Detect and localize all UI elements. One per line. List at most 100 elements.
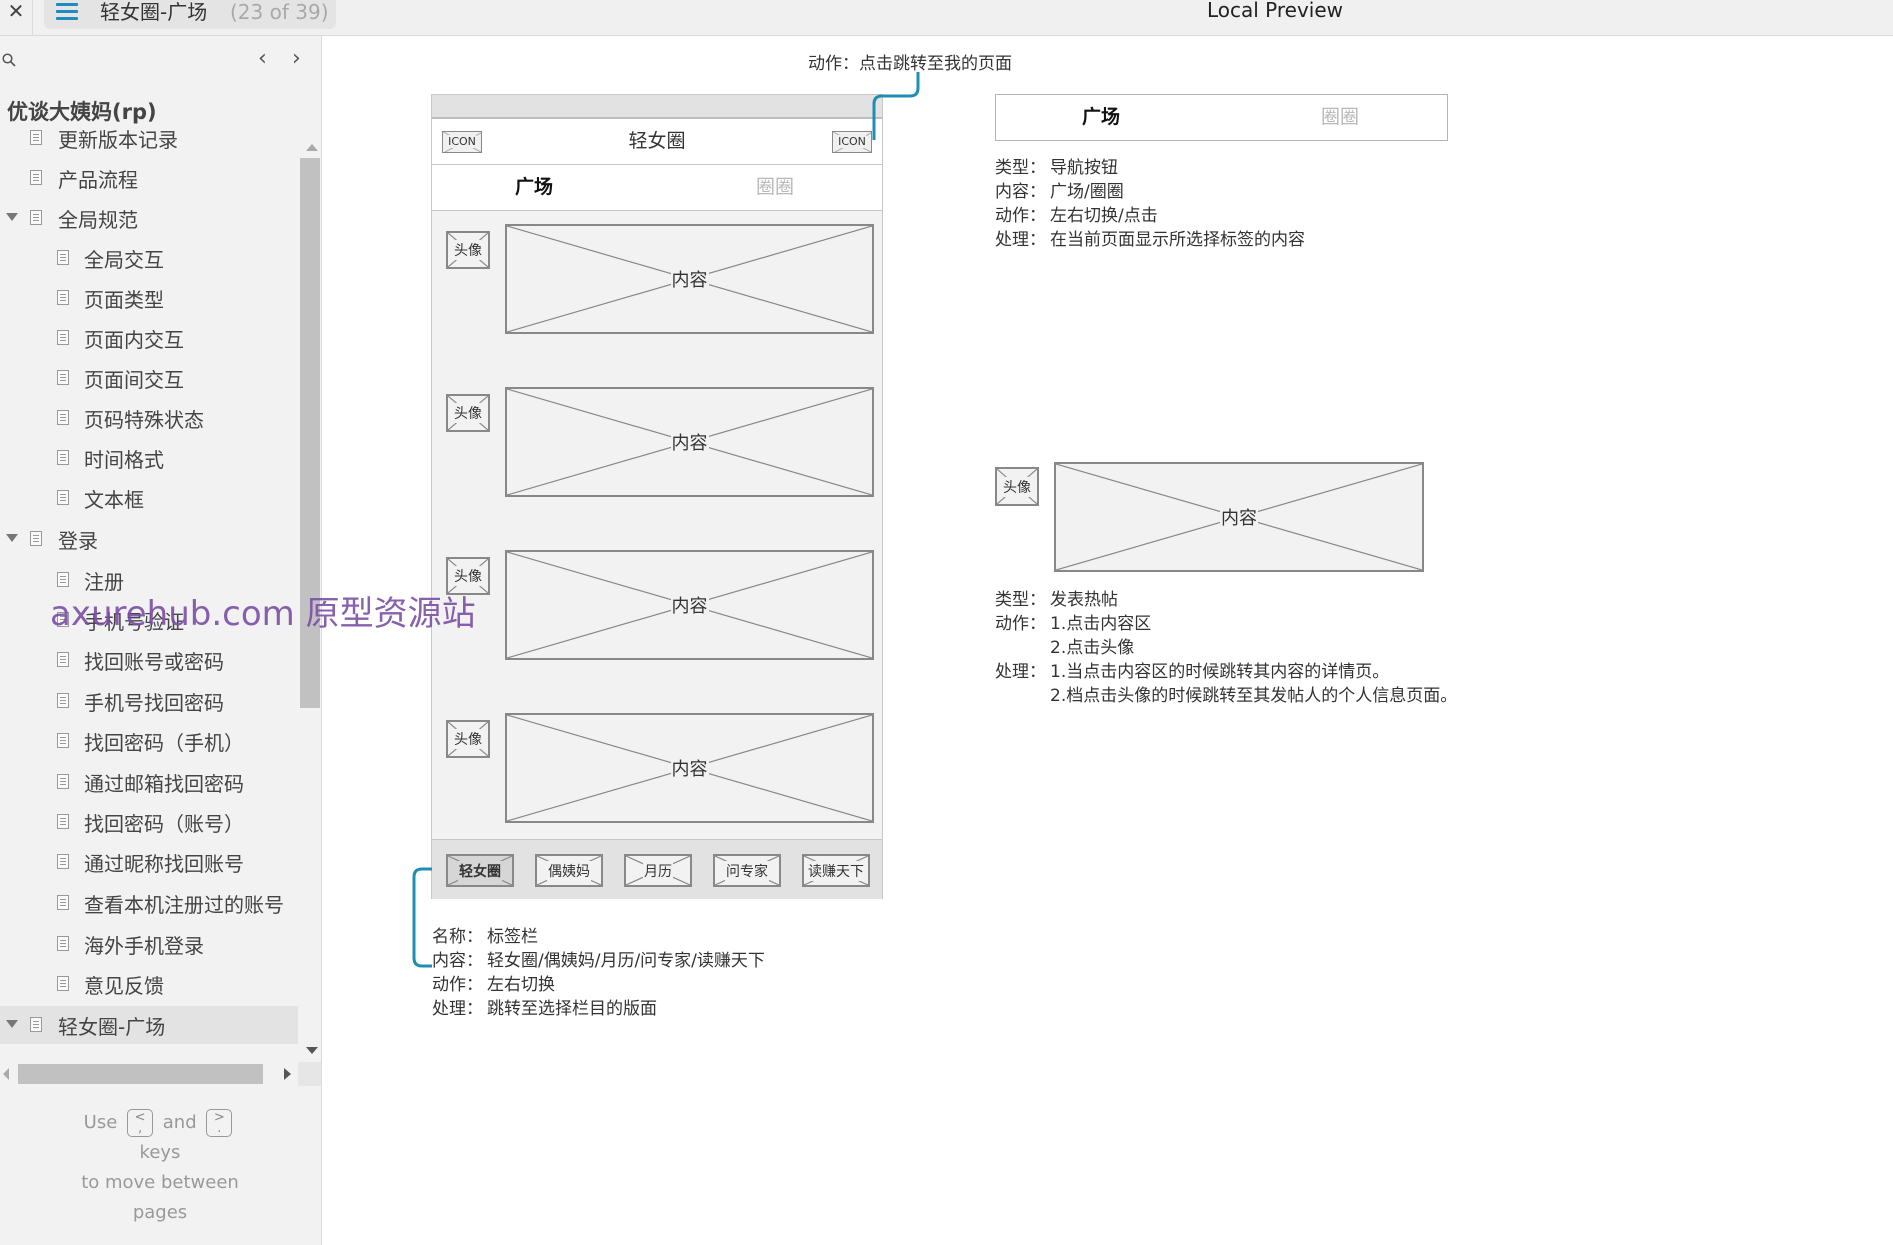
- vertical-scrollbar-thumb[interactable]: [300, 158, 320, 708]
- tree-item[interactable]: 文本框: [0, 479, 298, 517]
- search-icon[interactable]: [2, 53, 16, 67]
- tree-item[interactable]: 找回密码（手机）: [0, 722, 298, 760]
- placeholder-label: 问专家: [725, 860, 769, 881]
- tree-item[interactable]: 页码特殊状态: [0, 399, 298, 437]
- tree-item[interactable]: 时间格式: [0, 439, 298, 477]
- keyboard-help: Use <, and >. keys to move between pages: [40, 1108, 280, 1228]
- tree-item[interactable]: 页面类型: [0, 279, 298, 317]
- page-selector[interactable]: 轻女圈-广场 (23 of 39): [44, 0, 336, 29]
- scrollbar-corner: [298, 1062, 321, 1086]
- spec-content-placeholder[interactable]: 内容: [1054, 462, 1424, 572]
- tree-item[interactable]: 全局交互: [0, 239, 298, 277]
- nav-left-icon-placeholder[interactable]: ICON: [442, 131, 482, 153]
- page-doc-icon: [57, 612, 69, 627]
- post-content-placeholder[interactable]: 内容: [505, 550, 874, 660]
- tab-square[interactable]: 广场: [515, 165, 553, 210]
- top-annotation: 动作：点击跳转至我的页面: [808, 54, 1012, 74]
- connector-left: [412, 867, 432, 968]
- tree-item-label: 轻女圈-广场: [58, 1015, 166, 1039]
- tree-item[interactable]: 通过昵称找回账号: [0, 843, 298, 881]
- tree-item[interactable]: 找回密码（账号）: [0, 803, 298, 841]
- tree-item[interactable]: 注册: [0, 561, 298, 599]
- tree-item-label: 注册: [84, 570, 124, 594]
- spec-avatar-placeholder[interactable]: 头像: [995, 467, 1039, 506]
- tree-item-label: 页面内交互: [84, 328, 184, 352]
- hamburger-menu-icon[interactable]: [56, 2, 78, 22]
- post-avatar-placeholder[interactable]: 头像: [446, 720, 490, 758]
- tree-item[interactable]: 手机号验证: [0, 601, 298, 639]
- annotation-key: 动作：: [995, 614, 1046, 634]
- placeholder-label: 读赚天下: [807, 860, 865, 881]
- expand-caret-icon[interactable]: [6, 213, 18, 221]
- tabbar-item[interactable]: 轻女圈: [446, 854, 514, 887]
- spec-tab-circles[interactable]: 圈圈: [1321, 95, 1359, 140]
- post-avatar-placeholder[interactable]: 头像: [446, 231, 490, 269]
- close-button[interactable]: ✕: [0, 0, 33, 35]
- tree-item[interactable]: 手机号找回密码: [0, 682, 298, 720]
- placeholder-label: 头像: [453, 240, 483, 260]
- tree-item[interactable]: 海外手机登录: [0, 925, 298, 963]
- phone-tab-bar: 轻女圈 偶姨妈 月历 问专家 读赚天下: [432, 839, 882, 899]
- scroll-down-arrow-icon[interactable]: [306, 1047, 318, 1054]
- post-avatar-placeholder[interactable]: 头像: [446, 394, 490, 432]
- tree-item[interactable]: 页面间交互: [0, 359, 298, 397]
- annotation-key: 类型：: [995, 158, 1046, 178]
- tree-item-label: 意见反馈: [84, 974, 164, 998]
- annotation-key: [995, 684, 1050, 708]
- tree-item[interactable]: 页面内交互: [0, 319, 298, 357]
- spec-tab-square[interactable]: 广场: [1082, 95, 1120, 140]
- tree-item[interactable]: 意见反馈: [0, 965, 298, 1003]
- post-content-placeholder[interactable]: 内容: [505, 224, 874, 334]
- annotation-key: [995, 636, 1050, 660]
- tabbar-item[interactable]: 月历: [624, 854, 692, 887]
- page-doc-icon: [57, 693, 69, 708]
- annotation-key: 处理：: [995, 662, 1046, 682]
- next-page-arrow-icon[interactable]: ›: [292, 46, 301, 71]
- tree-item[interactable]: 轻女圈-广场: [0, 1006, 298, 1044]
- tabbar-item[interactable]: 读赚天下: [802, 854, 870, 887]
- page-doc-icon: [57, 854, 69, 869]
- annotation-value: 在当前页面显示所选择标签的内容: [1050, 230, 1305, 250]
- scroll-left-arrow-icon[interactable]: [3, 1068, 9, 1080]
- scroll-up-arrow-icon[interactable]: [306, 144, 318, 151]
- tree-item[interactable]: 查看本机注册过的账号: [0, 884, 298, 922]
- post-content-placeholder[interactable]: 内容: [505, 713, 874, 823]
- annotation-row: 2.档点击头像的时候跳转至其发帖人的个人信息页面。: [995, 684, 1457, 708]
- page-doc-icon: [57, 976, 69, 991]
- tree-item[interactable]: 登录: [0, 520, 298, 558]
- tab-circles[interactable]: 圈圈: [756, 165, 794, 210]
- page-doc-icon: [57, 370, 69, 385]
- post-avatar-placeholder[interactable]: 头像: [446, 557, 490, 595]
- annotation-row: 类型： 发表热帖: [995, 588, 1457, 612]
- post-content-placeholder[interactable]: 内容: [505, 387, 874, 497]
- tabbar-item[interactable]: 问专家: [713, 854, 781, 887]
- tree-item[interactable]: 更新版本记录: [0, 119, 298, 157]
- help-keys: keys: [139, 1142, 181, 1163]
- window-title: Local Preview: [1206, 0, 1344, 22]
- annotation-row: 处理： 跳转至选择栏目的版面: [432, 997, 765, 1021]
- tree-item[interactable]: 找回账号或密码: [0, 641, 298, 679]
- phone-status-bar: [432, 95, 882, 119]
- previous-page-arrow-icon[interactable]: ‹: [258, 46, 267, 71]
- tabbar-item[interactable]: 偶姨妈: [535, 854, 603, 887]
- tree-item[interactable]: 通过邮箱找回密码: [0, 763, 298, 801]
- tree-item[interactable]: 产品流程: [0, 159, 298, 197]
- tree-item-label: 通过邮箱找回密码: [84, 772, 244, 796]
- annotation-row: 处理： 在当前页面显示所选择标签的内容: [995, 228, 1305, 252]
- expand-caret-icon[interactable]: [6, 534, 18, 542]
- page-doc-icon: [57, 774, 69, 789]
- annotation-value: 1.点击内容区: [1050, 614, 1152, 634]
- scroll-right-arrow-icon[interactable]: [284, 1068, 291, 1080]
- tree-item-label: 产品流程: [58, 168, 138, 192]
- tree-item-label: 页码特殊状态: [84, 408, 204, 432]
- placeholder-label: 头像: [453, 566, 483, 586]
- expand-caret-icon[interactable]: [6, 1020, 18, 1028]
- annotation-row: 处理： 1.当点击内容区的时候跳转其内容的详情页。: [995, 660, 1457, 684]
- nav-right-icon-placeholder[interactable]: ICON: [832, 131, 872, 153]
- tree-item-label: 找回账号或密码: [84, 650, 224, 674]
- horizontal-scrollbar-thumb[interactable]: [18, 1064, 263, 1084]
- annotation-value: 轻女圈/偶姨妈/月历/问专家/读赚天下: [487, 951, 765, 971]
- tree-item[interactable]: 全局规范: [0, 199, 298, 237]
- tree-item-label: 查看本机注册过的账号: [84, 893, 284, 917]
- key-prev-icon: <,: [127, 1109, 154, 1137]
